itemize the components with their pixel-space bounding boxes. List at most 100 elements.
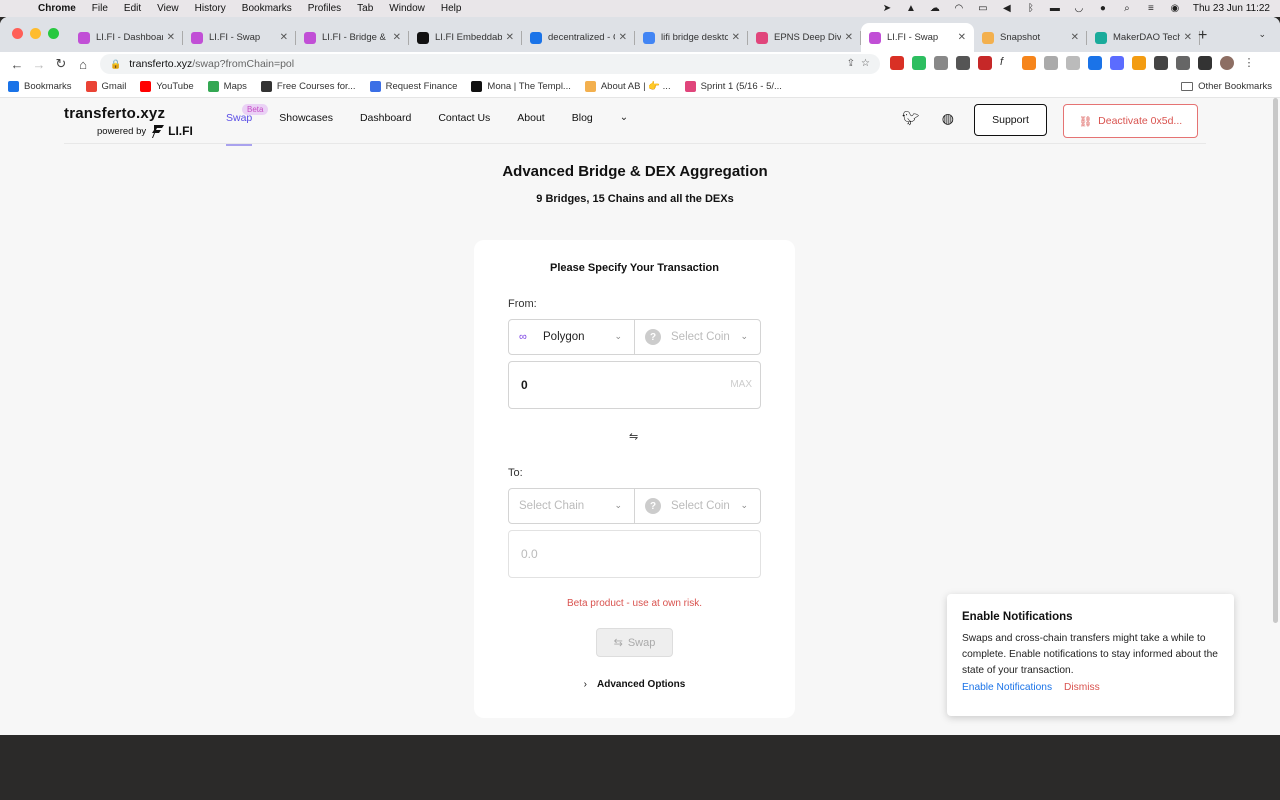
to-coin-select[interactable]: ? Select Coin ⌄ <box>634 488 761 524</box>
arc-extension-icon[interactable] <box>1066 56 1080 70</box>
bookmark-item[interactable]: Request Finance <box>369 81 457 92</box>
bookmark-item[interactable]: Bookmarks <box>8 81 72 92</box>
minimize-window-button[interactable] <box>30 28 41 39</box>
nav-swap[interactable]: Swap <box>226 98 253 146</box>
close-window-button[interactable] <box>12 28 23 39</box>
bookmark-item[interactable]: About AB | 👉 ... <box>584 81 671 92</box>
dismiss-link[interactable]: Dismiss <box>1064 682 1100 693</box>
advanced-options-toggle[interactable]: › Advanced Options <box>474 679 795 690</box>
menu-profiles[interactable]: Profiles <box>308 3 341 14</box>
camera-extension-icon[interactable] <box>1044 56 1058 70</box>
home-button[interactable]: ⌂ <box>72 57 94 72</box>
page-scrollbar[interactable] <box>1273 98 1278 623</box>
reload-button[interactable]: ↻ <box>50 56 72 72</box>
bluetooth-icon[interactable]: ᛒ <box>1025 3 1037 14</box>
github-icon[interactable]: ◍ <box>942 110 954 127</box>
drive-icon[interactable]: ▭ <box>977 3 989 14</box>
side-panel-icon[interactable] <box>1198 56 1212 70</box>
menu-view[interactable]: View <box>157 3 179 14</box>
tab-close-icon[interactable]: ✕ <box>1184 32 1192 43</box>
bookmark-item[interactable]: Free Courses for... <box>260 81 356 92</box>
site-brand[interactable]: transferto.xyz powered by LI.FI <box>64 105 193 138</box>
nav-dashboard[interactable]: Dashboard <box>360 98 411 144</box>
max-button[interactable]: MAX <box>730 379 752 390</box>
forward-button[interactable]: → <box>28 57 50 72</box>
bookmark-item[interactable]: Maps <box>207 81 247 92</box>
to-chain-select[interactable]: Select Chain ⌄ <box>508 488 635 524</box>
spotlight-search-icon[interactable]: ⌕ <box>1121 3 1133 14</box>
reading-list-icon[interactable] <box>1176 56 1190 70</box>
browser-tab[interactable]: EPNS Deep Dive ✕ <box>748 23 861 52</box>
wifi-icon[interactable]: ◡ <box>1073 3 1085 14</box>
from-amount-input[interactable]: 0 MAX <box>508 361 761 409</box>
browser-tab[interactable]: LI.FI - Swap ✕ <box>861 23 974 52</box>
bookmark-item[interactable]: YouTube <box>140 81 194 92</box>
tab-close-icon[interactable]: ✕ <box>958 32 966 43</box>
location-icon[interactable]: ➤ <box>881 3 893 14</box>
share-icon[interactable]: ⇪ <box>847 58 855 69</box>
more-menu-icon[interactable]: ⋮ <box>1242 56 1256 70</box>
bookmark-item[interactable]: Sprint 1 (5/16 - 5/... <box>684 81 782 92</box>
menu-window[interactable]: Window <box>389 3 425 14</box>
browser-tab[interactable]: decentralized - Google ✕ <box>522 23 635 52</box>
bookmark-item[interactable]: Gmail <box>85 81 126 92</box>
browser-tab[interactable]: LI.FI - Dashboard ✕ <box>70 23 183 52</box>
browser-tab[interactable]: lifi bridge desktop ✕ <box>635 23 748 52</box>
arc-icon[interactable]: ◠ <box>953 3 965 14</box>
lock-icon[interactable]: 🔒 <box>110 59 121 70</box>
tab-close-icon[interactable]: ✕ <box>619 32 627 43</box>
nav-showcases[interactable]: Showcases <box>279 98 333 144</box>
tab-close-icon[interactable]: ✕ <box>1071 32 1079 43</box>
menubar-clock[interactable]: Thu 23 Jun 11:22 <box>1193 3 1270 14</box>
k-extension-icon[interactable] <box>1110 56 1124 70</box>
nav-contact-us[interactable]: Contact Us <box>438 98 490 144</box>
browser-tab[interactable]: LI.FI - Bridge & DEX ✕ <box>296 23 409 52</box>
metamask-extension-icon[interactable] <box>1022 56 1036 70</box>
profile-avatar[interactable] <box>1220 56 1234 70</box>
menu-help[interactable]: Help <box>441 3 462 14</box>
zoom-window-button[interactable] <box>48 28 59 39</box>
user-icon[interactable]: ● <box>1097 3 1109 14</box>
formula-extension-icon[interactable]: f <box>1000 56 1014 70</box>
browser-tab[interactable]: LI.FI - Swap ✕ <box>183 23 296 52</box>
tab-close-icon[interactable]: ✕ <box>506 32 514 43</box>
p-extension-icon[interactable] <box>1132 56 1146 70</box>
back-button[interactable]: ← <box>6 57 28 72</box>
support-button[interactable]: Support <box>974 104 1047 136</box>
menu-app-name[interactable]: Chrome <box>38 3 76 14</box>
siri-icon[interactable]: ◉ <box>1169 3 1181 14</box>
menu-history[interactable]: History <box>195 3 226 14</box>
new-tab-button[interactable]: + <box>1198 27 1207 45</box>
enable-notifications-link[interactable]: Enable Notifications <box>962 682 1052 693</box>
tab-close-icon[interactable]: ✕ <box>280 32 288 43</box>
download-extension-icon[interactable] <box>1088 56 1102 70</box>
nav-more-chevron-icon[interactable]: ⌄ <box>620 98 628 144</box>
tab-close-icon[interactable]: ✕ <box>167 32 175 43</box>
from-chain-select[interactable]: ∞ Polygon ⌄ <box>508 319 635 355</box>
tab-search-chevron-icon[interactable]: ⌄ <box>1258 29 1266 40</box>
tab-close-icon[interactable]: ✕ <box>393 32 401 43</box>
twitter-icon[interactable]: 🐦︎ <box>902 110 920 127</box>
nav-blog[interactable]: Blog <box>572 98 593 144</box>
nav-about[interactable]: About <box>517 98 544 144</box>
battery-icon[interactable]: ▬ <box>1049 3 1061 14</box>
extension-red-icon[interactable] <box>890 56 904 70</box>
browser-tab[interactable]: Snapshot ✕ <box>974 23 1087 52</box>
bookmark-star-icon[interactable]: ☆ <box>861 58 870 69</box>
menu-bookmarks[interactable]: Bookmarks <box>242 3 292 14</box>
extension-gray-icon[interactable] <box>934 56 948 70</box>
deactivate-wallet-button[interactable]: ⛓ Deactivate 0x5d... <box>1063 104 1198 138</box>
menu-file[interactable]: File <box>92 3 108 14</box>
tab-close-icon[interactable]: ✕ <box>845 32 853 43</box>
puzzle-extensions-icon[interactable] <box>1154 56 1168 70</box>
volume-icon[interactable]: ◀ <box>1001 3 1013 14</box>
control-center-icon[interactable]: ≡ <box>1145 3 1157 14</box>
from-coin-select[interactable]: ? Select Coin ⌄ <box>634 319 761 355</box>
cloud-icon[interactable]: ☁ <box>929 3 941 14</box>
browser-tab[interactable]: LI.FI Embeddable ✕ <box>409 23 522 52</box>
evernote-extension-icon[interactable] <box>912 56 926 70</box>
bookmark-item[interactable]: Mona | The Templ... <box>471 81 571 92</box>
swap-button[interactable]: ⇆ Swap <box>596 628 673 657</box>
other-bookmarks[interactable]: Other Bookmarks <box>1181 81 1272 92</box>
menu-edit[interactable]: Edit <box>124 3 141 14</box>
